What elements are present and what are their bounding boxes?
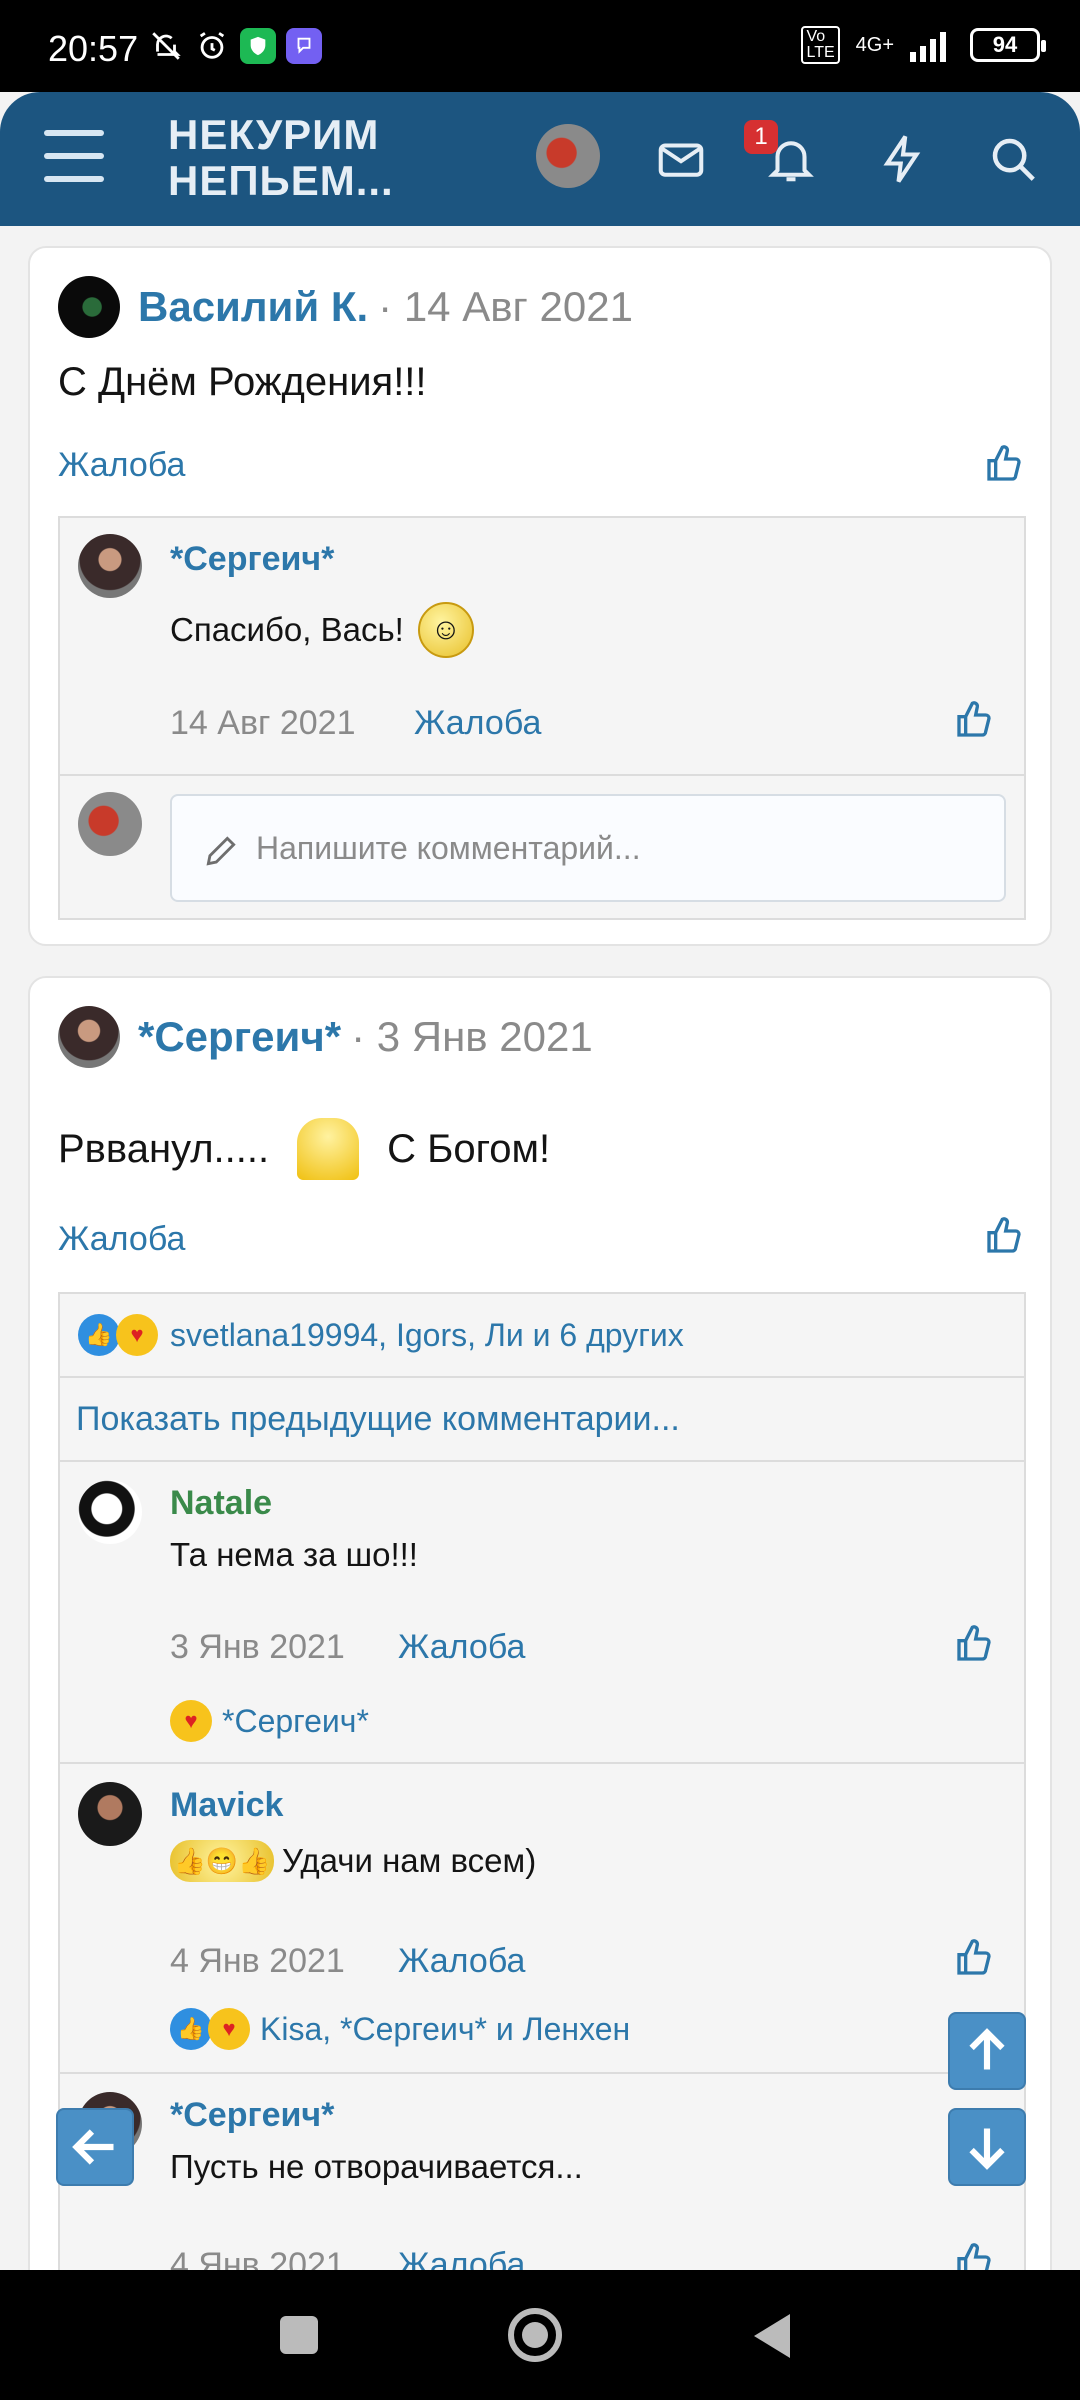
user-avatar[interactable] [536, 124, 600, 188]
like-icon[interactable] [954, 700, 994, 740]
smiley-emoji: ☺ [417, 602, 474, 658]
like-reaction-icon: 👍 [78, 1314, 120, 1356]
post-text: Рвванул..... С Богом! [58, 1118, 550, 1180]
comment-item: *Сергеич* Пусть не отворачивается... 4 Я… [60, 2074, 1024, 2300]
bell-emoji [297, 1118, 360, 1180]
comments-block: *Сергеич* Спасибо, Вась! ☺ 14 Авг 2021 Ж… [58, 516, 1026, 920]
status-right: Vo LTE 4G+ 94 [801, 26, 1046, 64]
love-reaction-icon: ♥ [170, 1700, 212, 1742]
commenter-name[interactable]: Mavick [170, 1786, 283, 1825]
post-card: Василий К. · 14 Авг 2021 С Днём Рождения… [28, 246, 1052, 946]
site-logo[interactable]: НЕКУРИМ НЕПЬЕМ... [168, 112, 394, 204]
comment-compose: Напишите комментарий... [60, 776, 1024, 918]
arrow-up-icon [969, 2028, 1005, 2070]
notification-badge: 1 [744, 120, 778, 154]
show-previous-row[interactable]: Показать предыдущие комментарии... [60, 1378, 1024, 1462]
status-bar: 20:57 Vo LTE 4G+ 94 [0, 0, 1080, 92]
back-nav-icon[interactable] [748, 2310, 794, 2362]
shield-app-icon [240, 28, 276, 64]
post-header: *Сергеич* · 3 Янв 2021 [58, 1006, 593, 1068]
comment-text: Спасибо, Вась! ☺ [170, 602, 474, 658]
comment-date[interactable]: 3 Янв 2021 [170, 1628, 345, 1667]
like-icon[interactable] [984, 444, 1024, 484]
my-avatar [78, 792, 142, 856]
search-icon[interactable] [986, 132, 1040, 186]
post-card: *Сергеич* · 3 Янв 2021 Рвванул..... С Бо… [28, 976, 1052, 2298]
love-reaction-icon: ♥ [208, 2008, 250, 2050]
post-date[interactable]: · 14 Авг 2021 [378, 283, 633, 331]
system-nav-bar [0, 2270, 1080, 2400]
post-header: Василий К. · 14 Авг 2021 [58, 276, 633, 338]
reactions-row[interactable]: 👍 ♥ svetlana19994, Igors, Ли и 6 других [60, 1294, 1024, 1378]
commenter-name[interactable]: Natale [170, 1484, 272, 1523]
thumbs-laugh-emoji: 👍😁👍 [170, 1840, 274, 1882]
lightning-icon[interactable] [876, 132, 930, 186]
scroll-up-button[interactable] [948, 2012, 1026, 2090]
show-previous-link[interactable]: Показать предыдущие комментарии... [76, 1400, 680, 1439]
comment-date[interactable]: 14 Авг 2021 [170, 704, 356, 743]
app-header: НЕКУРИМ НЕПЬЕМ... 1 [0, 92, 1080, 226]
love-reaction-icon: ♥ [116, 1314, 158, 1356]
like-icon[interactable] [954, 1938, 994, 1978]
arrow-left-icon [72, 2129, 114, 2165]
commenter-name[interactable]: *Сергеич* [170, 540, 334, 579]
clock: 20:57 [48, 28, 139, 69]
viber-icon [286, 28, 322, 64]
like-icon[interactable] [954, 1624, 994, 1664]
comment-input[interactable]: Напишите комментарий... [170, 794, 1006, 902]
comment-placeholder: Напишите комментарий... [256, 830, 641, 866]
mail-icon[interactable] [654, 132, 708, 186]
back-button[interactable] [56, 2108, 134, 2186]
report-link[interactable]: Жалоба [398, 1942, 525, 1981]
post-date[interactable]: · 3 Янв 2021 [351, 1013, 593, 1061]
author-avatar[interactable] [58, 276, 120, 338]
like-icon[interactable] [984, 1216, 1024, 1256]
signal-icon [910, 32, 946, 62]
commenter-avatar[interactable] [78, 534, 142, 598]
post-text: С Днём Рождения!!! [58, 360, 427, 404]
battery-indicator: 94 [970, 28, 1046, 62]
comment-text: Пусть не отворачивается... [170, 2148, 583, 2185]
comment-item: Natale Та нема за шо!!! 3 Янв 2021 Жалоб… [60, 1462, 1024, 1764]
commenter-name[interactable]: *Сергеич* [170, 2096, 334, 2135]
report-link[interactable]: Жалоба [58, 1220, 185, 1259]
alarm-icon [194, 28, 230, 64]
arrow-down-icon [969, 2128, 1005, 2170]
volte-icon: Vo LTE [801, 26, 840, 64]
bell-off-icon [148, 28, 184, 64]
post-author[interactable]: *Сергеич* [138, 1013, 341, 1061]
comment-reactions[interactable]: 👍 ♥ Kisa, *Сергеич* и Ленхен [170, 2008, 630, 2050]
menu-button[interactable] [44, 130, 104, 182]
commenter-avatar[interactable] [78, 1480, 142, 1544]
comment-text: Та нема за шо!!! [170, 1536, 418, 1573]
post-author[interactable]: Василий К. [138, 283, 368, 331]
comment-text: 👍😁👍 Удачи нам всем) [170, 1840, 536, 1882]
commenter-avatar[interactable] [78, 1782, 142, 1846]
report-link[interactable]: Жалоба [414, 704, 541, 743]
author-avatar[interactable] [58, 1006, 120, 1068]
report-link[interactable]: Жалоба [58, 446, 185, 485]
comment-item: Mavick 👍😁👍 Удачи нам всем) 4 Янв 2021 Жа… [60, 1764, 1024, 2074]
comments-block: 👍 ♥ svetlana19994, Igors, Ли и 6 других … [58, 1292, 1026, 2298]
like-reaction-icon: 👍 [170, 2008, 212, 2050]
status-icons [148, 28, 322, 64]
recents-button[interactable] [280, 2316, 318, 2354]
post-reactions[interactable]: 👍 ♥ svetlana19994, Igors, Ли и 6 других [78, 1314, 684, 1356]
home-button[interactable] [508, 2308, 562, 2362]
network-type: 4G+ [855, 33, 894, 56]
comment-reactions[interactable]: ♥ *Сергеич* [170, 1700, 369, 1742]
scroll-down-button[interactable] [948, 2108, 1026, 2186]
comment-item: *Сергеич* Спасибо, Вась! ☺ 14 Авг 2021 Ж… [60, 518, 1024, 776]
report-link[interactable]: Жалоба [398, 1628, 525, 1667]
pencil-icon [206, 836, 236, 866]
comment-date[interactable]: 4 Янв 2021 [170, 1942, 345, 1981]
